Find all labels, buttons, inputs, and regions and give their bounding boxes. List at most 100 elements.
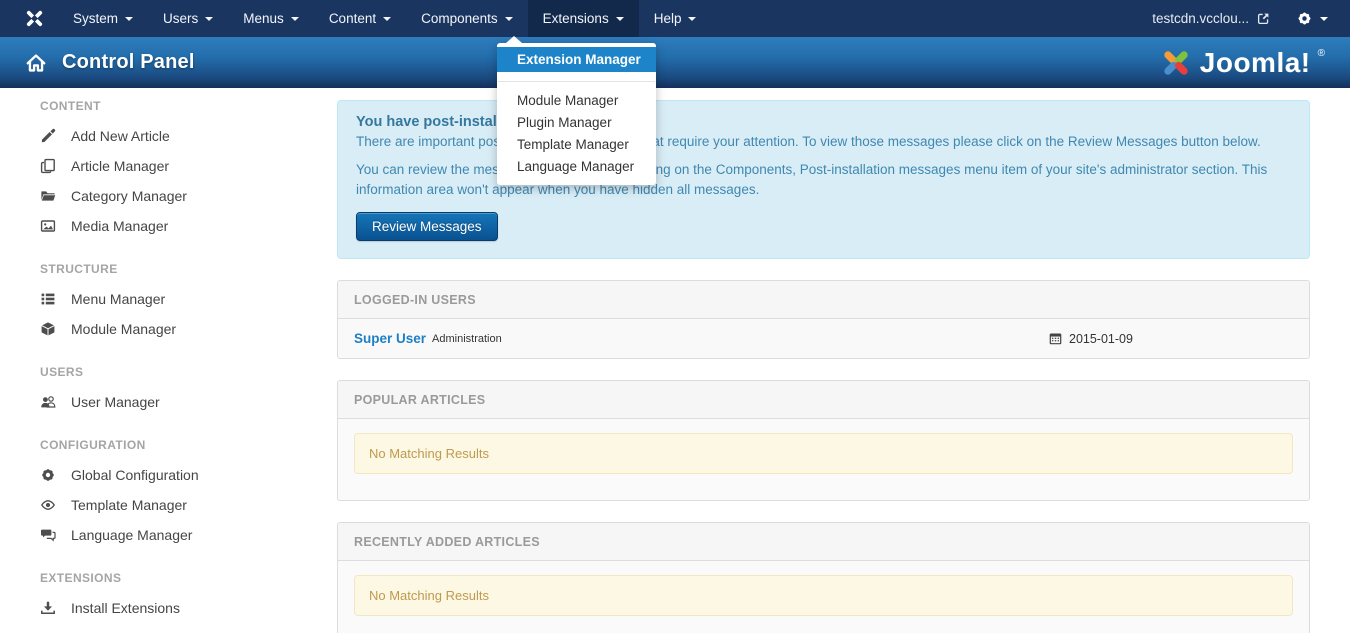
external-link-icon bbox=[1257, 12, 1270, 25]
recently-added-articles-panel: RECENTLY ADDED ARTICLES No Matching Resu… bbox=[337, 522, 1310, 633]
joomla-logo-text: Joomla! bbox=[1200, 46, 1311, 80]
dropdown-item-module-manager[interactable]: Module Manager bbox=[497, 90, 656, 112]
joomla-admin-screen: System Users Menus Content Components Ex… bbox=[0, 0, 1350, 633]
menu-content-label: Content bbox=[329, 11, 376, 26]
sidebar-item-article-manager[interactable]: Article Manager bbox=[40, 151, 320, 181]
settings-menu[interactable] bbox=[1296, 10, 1328, 27]
chevron-down-icon bbox=[616, 17, 624, 21]
sidebar-item-global-configuration[interactable]: Global Configuration bbox=[40, 460, 320, 490]
site-link-label: testcdn.vcclou... bbox=[1152, 11, 1249, 26]
chevron-down-icon bbox=[505, 17, 513, 21]
popular-articles-panel: POPULAR ARTICLES No Matching Results bbox=[337, 380, 1310, 501]
chevron-down-icon bbox=[291, 17, 299, 21]
cube-icon bbox=[40, 321, 56, 337]
logged-in-users-panel: LOGGED-IN USERS Super User Administratio… bbox=[337, 280, 1310, 359]
site-preview-link[interactable]: testcdn.vcclou... bbox=[1152, 11, 1270, 26]
pencil-icon bbox=[40, 128, 56, 144]
sidebar-item-label: Language Manager bbox=[71, 527, 192, 543]
admin-sidebar: CONTENT Add New Article Article Manager … bbox=[40, 99, 320, 623]
menu-system-label: System bbox=[73, 11, 118, 26]
sidebar-item-label: Media Manager bbox=[71, 218, 168, 234]
menu-content[interactable]: Content bbox=[314, 0, 406, 37]
panel-body: No Matching Results bbox=[338, 561, 1309, 633]
no-results-message: No Matching Results bbox=[354, 433, 1293, 474]
menu-help-label: Help bbox=[654, 11, 682, 26]
sidebar-item-label: Template Manager bbox=[71, 497, 187, 513]
sidebar-item-language-manager[interactable]: Language Manager bbox=[40, 520, 320, 550]
page-title: Control Panel bbox=[62, 51, 195, 74]
menu-system[interactable]: System bbox=[58, 0, 148, 37]
sidebar-item-label: Menu Manager bbox=[71, 291, 165, 307]
sidebar-item-media-manager[interactable]: Media Manager bbox=[40, 211, 320, 241]
topbar-right: testcdn.vcclou... bbox=[1152, 0, 1350, 37]
login-date: 2015-01-09 bbox=[1049, 332, 1133, 346]
sidebar-section-content: CONTENT bbox=[40, 99, 320, 113]
sidebar-item-label: Add New Article bbox=[71, 128, 170, 144]
gear-icon bbox=[40, 467, 56, 483]
download-icon bbox=[40, 600, 56, 616]
logged-in-user-row: Super User Administration 2015-01-09 bbox=[338, 319, 1309, 358]
sidebar-item-install-extensions[interactable]: Install Extensions bbox=[40, 593, 320, 623]
sidebar-item-label: Install Extensions bbox=[71, 600, 180, 616]
chevron-down-icon bbox=[125, 17, 133, 21]
joomla-icon[interactable] bbox=[0, 0, 58, 37]
panel-body: No Matching Results bbox=[338, 419, 1309, 500]
sidebar-item-label: Article Manager bbox=[71, 158, 169, 174]
sidebar-section-extensions: EXTENSIONS bbox=[40, 571, 320, 585]
login-date-value: 2015-01-09 bbox=[1069, 332, 1133, 346]
menu-extensions[interactable]: Extensions bbox=[528, 0, 639, 37]
panel-title: RECENTLY ADDED ARTICLES bbox=[338, 523, 1309, 561]
menu-users[interactable]: Users bbox=[148, 0, 228, 37]
image-icon bbox=[40, 218, 56, 234]
menu-components[interactable]: Components bbox=[406, 0, 528, 37]
panel-title: POPULAR ARTICLES bbox=[338, 381, 1309, 419]
joomla-logo: Joomla! ® bbox=[1159, 46, 1325, 80]
copy-icon bbox=[40, 158, 56, 174]
sidebar-item-label: Global Configuration bbox=[71, 467, 199, 483]
extensions-dropdown-menu: Extension Manager Module Manager Plugin … bbox=[497, 43, 656, 185]
folder-icon bbox=[40, 188, 56, 204]
main-content: You have post-installation messages Ther… bbox=[337, 100, 1310, 633]
sidebar-item-label: User Manager bbox=[71, 394, 160, 410]
menu-help[interactable]: Help bbox=[639, 0, 712, 37]
panel-title: LOGGED-IN USERS bbox=[338, 281, 1309, 319]
chevron-down-icon bbox=[383, 17, 391, 21]
joomla-logo-icon bbox=[1159, 46, 1193, 80]
user-name-link[interactable]: Super User bbox=[354, 331, 426, 346]
menu-extensions-label: Extensions bbox=[543, 11, 609, 26]
sidebar-item-user-manager[interactable]: User Manager bbox=[40, 387, 320, 417]
no-results-message: No Matching Results bbox=[354, 575, 1293, 616]
review-messages-button[interactable]: Review Messages bbox=[356, 212, 498, 241]
sidebar-item-label: Category Manager bbox=[71, 188, 187, 204]
dropdown-item-plugin-manager[interactable]: Plugin Manager bbox=[497, 112, 656, 134]
post-installation-message-box: You have post-installation messages Ther… bbox=[337, 100, 1310, 259]
dropdown-separator bbox=[498, 81, 655, 82]
sidebar-item-label: Module Manager bbox=[71, 321, 176, 337]
dropdown-item-template-manager[interactable]: Template Manager bbox=[497, 134, 656, 156]
sidebar-item-add-new-article[interactable]: Add New Article bbox=[40, 121, 320, 151]
sidebar-item-module-manager[interactable]: Module Manager bbox=[40, 314, 320, 344]
menu-users-label: Users bbox=[163, 11, 198, 26]
list-icon bbox=[40, 291, 56, 307]
user-icon bbox=[40, 394, 56, 410]
home-icon bbox=[25, 52, 47, 74]
chevron-down-icon bbox=[205, 17, 213, 21]
sidebar-item-menu-manager[interactable]: Menu Manager bbox=[40, 284, 320, 314]
gear-icon bbox=[1296, 10, 1313, 27]
dropdown-item-extension-manager[interactable]: Extension Manager bbox=[497, 47, 656, 72]
chevron-down-icon bbox=[688, 17, 696, 21]
registered-mark: ® bbox=[1318, 48, 1325, 60]
sidebar-item-category-manager[interactable]: Category Manager bbox=[40, 181, 320, 211]
eye-icon bbox=[40, 497, 56, 513]
dropdown-item-language-manager[interactable]: Language Manager bbox=[497, 156, 656, 178]
sidebar-section-configuration: CONFIGURATION bbox=[40, 438, 320, 452]
menu-components-label: Components bbox=[421, 11, 498, 26]
sidebar-item-template-manager[interactable]: Template Manager bbox=[40, 490, 320, 520]
user-location: Administration bbox=[432, 333, 502, 345]
title-bar: Control Panel Joomla! ® bbox=[0, 37, 1350, 88]
sidebar-section-users: USERS bbox=[40, 365, 320, 379]
menu-menus[interactable]: Menus bbox=[228, 0, 314, 37]
menu-menus-label: Menus bbox=[243, 11, 284, 26]
top-navbar: System Users Menus Content Components Ex… bbox=[0, 0, 1350, 37]
chevron-down-icon bbox=[1320, 17, 1328, 21]
